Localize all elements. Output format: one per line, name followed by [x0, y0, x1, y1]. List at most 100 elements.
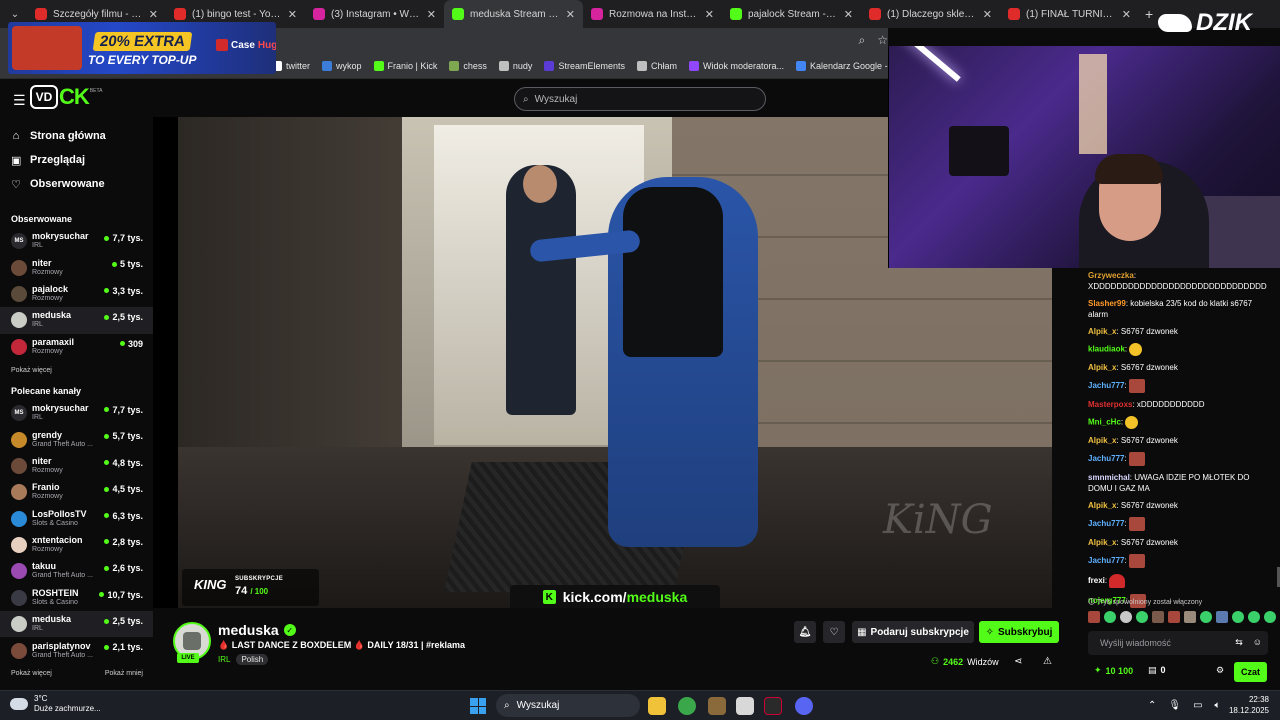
windows-start-icon[interactable]	[470, 698, 486, 714]
sidebar-channel[interactable]: niter Rozmowy 5 tys.	[0, 254, 153, 280]
bookmark-star-icon[interactable]: ☆	[877, 33, 888, 48]
chat-username[interactable]: Jachu777	[1088, 454, 1124, 463]
sidebar-nav-item[interactable]: ⌂ Strona główna	[0, 124, 153, 148]
chat-username[interactable]: Jachu777	[1088, 381, 1124, 390]
browser-tab[interactable]: (1) Dlaczego sklep sp ✕	[861, 0, 1000, 28]
chevron-up-icon[interactable]: ⌃	[1148, 700, 1156, 711]
browser-tab[interactable]: (3) Instagram • Wiadomości ✕	[305, 0, 444, 28]
chat-input[interactable]: Wyślij wiadomość ⇆ ☺	[1088, 631, 1268, 655]
ad-banner[interactable]: 20% EXTRA TO EVERY TOP-UP Case Hug	[8, 22, 276, 74]
share-icon[interactable]: ⋖	[1014, 656, 1022, 667]
game-icon[interactable]	[708, 697, 726, 715]
bookmark-item[interactable]: wykop	[322, 61, 362, 71]
sidebar-channel[interactable]: MS mokrysuchar IRL 7,7 tys.	[0, 228, 153, 254]
tab-close-icon[interactable]: ✕	[427, 8, 436, 21]
tab-close-icon[interactable]: ✕	[844, 8, 853, 21]
bookmark-item[interactable]: nudy	[498, 61, 532, 71]
channel-points[interactable]: ✦ 10 100	[1094, 665, 1133, 676]
chat-username[interactable]: Jachu777	[1088, 519, 1124, 528]
browser-tab[interactable]: pajalock Stream - Watch ✕	[722, 0, 861, 28]
translate-icon[interactable]: ⇆	[1235, 637, 1243, 648]
sidebar-channel[interactable]: LosPollosTV Slots & Casino 6,3 tys.	[0, 506, 153, 532]
tab-close-icon[interactable]: ✕	[983, 8, 992, 21]
chrome-icon[interactable]	[678, 697, 696, 715]
sidebar-channel[interactable]: pajalock Rozmowy 3,3 tys.	[0, 281, 153, 307]
tab-close-icon[interactable]: ✕	[288, 8, 297, 21]
system-clock[interactable]: 22:38 18.12.2025	[1225, 694, 1269, 716]
follow-button[interactable]: ♡	[823, 621, 845, 643]
tab-close-icon[interactable]: ✕	[149, 8, 158, 21]
report-icon[interactable]: ⚠	[1043, 656, 1052, 667]
quick-emote-row[interactable]	[1088, 611, 1276, 623]
new-tab-icon[interactable]: +	[1139, 6, 1159, 22]
notifications-button[interactable]: 🔔︎	[794, 621, 816, 643]
file-explorer-icon[interactable]	[648, 697, 666, 715]
chat-username[interactable]: klaudiaok	[1088, 345, 1125, 354]
bookmark-item[interactable]: StreamElements	[544, 61, 625, 71]
chat-username[interactable]: Alpik_x	[1088, 436, 1116, 445]
menu-icon[interactable]: ☰	[13, 92, 26, 109]
sidebar-channel[interactable]: parisplatynov Grand Theft Auto ... 2,1 tys…	[0, 637, 153, 663]
chat-username[interactable]: Slasher99	[1088, 299, 1126, 308]
sidebar-channel[interactable]: paramaxil Rozmowy 309	[0, 334, 153, 360]
language-tag[interactable]: Polish	[236, 654, 269, 665]
emote-picker-icon[interactable]: ☺	[1253, 637, 1262, 648]
bookmark-item[interactable]: chess	[449, 61, 487, 71]
sidebar-channel[interactable]: Franio Rozmowy 4,5 tys.	[0, 479, 153, 505]
sidebar-channel[interactable]: grendy Grand Theft Auto ... 5,7 tys.	[0, 426, 153, 452]
bookmark-item[interactable]: Kalendarz Google -...	[796, 61, 888, 71]
microphone-icon[interactable]: 🎙︎	[1168, 700, 1181, 711]
chat-username[interactable]: Alpik_x	[1088, 363, 1116, 372]
tab-close-icon[interactable]: ✕	[705, 8, 714, 21]
tab-close-icon[interactable]: ✕	[1122, 8, 1131, 21]
app-icon[interactable]	[736, 697, 754, 715]
site-logo[interactable]: VD CK BETA	[30, 83, 102, 111]
browser-tab[interactable]: Rozmowa na Instagramie ✕	[583, 0, 722, 28]
chat-settings-icon[interactable]: ⚙	[1216, 665, 1224, 676]
sidebar-channel[interactable]: MS mokrysuchar IRL 7,7 tys.	[0, 400, 153, 426]
show-less-recommended[interactable]: Pokaż mniej	[94, 670, 143, 677]
send-chat-button[interactable]: Czat	[1234, 662, 1267, 682]
chat-username[interactable]: Masterpoxs	[1088, 400, 1132, 409]
chat-username[interactable]: Jachu777	[1088, 556, 1124, 565]
search-input[interactable]: ⌕ Wyszukaj	[514, 87, 766, 111]
sidebar-nav-item[interactable]: ▣ Przeglądaj	[0, 148, 153, 172]
chat-username[interactable]: Alpik_x	[1088, 501, 1116, 510]
chat-message: Alpik_x: S6767 dzwonek	[1078, 534, 1280, 551]
sidebar-channel[interactable]: meduska IRL 2,5 tys.	[0, 307, 153, 334]
sidebar-channel[interactable]: xntentacion Rozmowy 2,8 tys.	[0, 532, 153, 558]
volume-icon[interactable]: 🔈︎	[1215, 700, 1221, 711]
tab-close-icon[interactable]: ✕	[566, 8, 575, 21]
chat-username[interactable]: Alpik_x	[1088, 538, 1116, 547]
gift-subscription-button[interactable]: ▦ Podaruj subskrypcje	[852, 621, 974, 643]
category-link[interactable]: IRL	[218, 655, 230, 664]
chat-username[interactable]: Alpik_x	[1088, 327, 1116, 336]
show-more-followed[interactable]: Pokaż więcej	[0, 367, 153, 374]
epic-games-icon[interactable]	[764, 697, 782, 715]
sidebar-nav-item[interactable]: ♡ Obserwowane	[0, 172, 153, 196]
bookmark-item[interactable]: twitter	[272, 61, 310, 71]
show-more-recommended[interactable]: Pokaż więcej	[0, 670, 52, 677]
bookmark-item[interactable]: Widok moderatora...	[688, 61, 784, 71]
browser-tab[interactable]: (1) FINAŁ TURNIEJU ✕	[1000, 0, 1139, 28]
display-icon[interactable]: ▭	[1193, 700, 1202, 711]
taskbar-search[interactable]: ⌕ Wyszukaj	[496, 694, 640, 717]
inventory-count[interactable]: ▤ 0	[1148, 665, 1166, 676]
subscribe-button[interactable]: ✧ Subskrybuj	[979, 621, 1059, 643]
zoom-icon[interactable]: ⌕	[859, 33, 866, 48]
sidebar-channel[interactable]: meduska IRL 2,5 tys.	[0, 611, 153, 638]
sidebar-channel[interactable]: takuu Grand Theft Auto ... 2,6 tys.	[0, 558, 153, 584]
chat-username[interactable]: frexi	[1088, 576, 1105, 585]
bookmark-item[interactable]: Franio | Kick	[373, 61, 437, 71]
browser-tab[interactable]: meduska Stream - Watch ✕	[444, 0, 583, 28]
bookmark-item[interactable]: Chłam	[636, 61, 677, 71]
channel-name[interactable]: meduska	[218, 622, 279, 638]
sidebar-channel[interactable]: niter Rozmowy 4,8 tys.	[0, 453, 153, 479]
weather-widget[interactable]: 3°C Duże zachmurze...	[10, 694, 101, 714]
channel-name-row[interactable]: meduska ✓	[218, 622, 296, 638]
discord-icon[interactable]	[795, 697, 813, 715]
chat-username[interactable]: Grzyweczka	[1088, 271, 1134, 280]
chat-username[interactable]: Mni_cHc	[1088, 418, 1121, 427]
sidebar-channel[interactable]: ROSHTEIN Slots & Casino 10,7 tys.	[0, 585, 153, 611]
chat-username[interactable]: smnmichal	[1088, 473, 1130, 482]
